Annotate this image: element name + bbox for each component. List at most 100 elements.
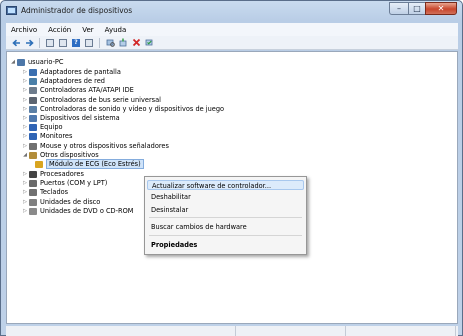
- tree-item-label: Controladoras de sonido y vídeo y dispos…: [40, 105, 225, 113]
- tree-item-label: Controladoras ATA/ATAPI IDE: [40, 86, 134, 94]
- toolbar-separator: [39, 37, 40, 48]
- tree-item-label: Dispositivos del sistema: [40, 114, 120, 122]
- expand-arrow-icon[interactable]: ▷: [21, 78, 29, 84]
- collapse-arrow-icon[interactable]: ◢: [21, 152, 29, 158]
- menu-disable[interactable]: Deshabilitar: [151, 192, 191, 202]
- expand-arrow-icon[interactable]: ▷: [21, 171, 29, 177]
- menu-uninstall[interactable]: Desinstalar: [151, 205, 188, 215]
- computer-root-icon: [17, 58, 25, 66]
- sound-icon: [29, 105, 37, 113]
- tree-item[interactable]: ▷ Equipo: [21, 123, 63, 131]
- tree-item[interactable]: ▷ Procesadores: [21, 170, 84, 178]
- network-adapter-icon: [29, 77, 37, 85]
- menu-accion[interactable]: Acción: [48, 26, 71, 34]
- minimize-button[interactable]: –: [389, 2, 408, 15]
- toolbar: ?: [6, 36, 458, 50]
- expand-arrow-icon[interactable]: ▷: [21, 208, 29, 214]
- back-icon[interactable]: [11, 38, 21, 48]
- port-icon: [29, 179, 37, 187]
- scan-icon[interactable]: [105, 38, 115, 48]
- tree-item-label: Unidades de disco: [40, 198, 101, 206]
- tree-item[interactable]: ▷ Controladoras ATA/ATAPI IDE: [21, 86, 134, 94]
- tree-item[interactable]: ▷ Mouse y otros dispositivos señaladores: [21, 142, 169, 150]
- menu-ayuda[interactable]: Ayuda: [105, 26, 127, 34]
- disk-drive-icon: [29, 198, 37, 206]
- device-manager-window: Administrador de dispositivos – □ ✕ Arch…: [0, 0, 463, 336]
- tree-item[interactable]: ▷ Controladoras de bus serie universal: [21, 96, 161, 104]
- tree-item[interactable]: ▷ Puertos (COM y LPT): [21, 179, 107, 187]
- device-manager-icon: [6, 6, 17, 15]
- tree-item-label: Monitores: [40, 132, 73, 140]
- expand-arrow-icon[interactable]: ▷: [21, 69, 29, 75]
- tree-item[interactable]: ▷ Adaptadores de red: [21, 77, 105, 85]
- expand-arrow-icon[interactable]: ▷: [21, 124, 29, 130]
- tree-item[interactable]: ▷ Monitores: [21, 132, 72, 140]
- tree-item-selected[interactable]: Módulo de ECG (Eco Estrés): [35, 159, 144, 169]
- tree-item-label: Teclados: [40, 188, 69, 196]
- maximize-button[interactable]: □: [408, 2, 425, 15]
- enable-icon[interactable]: [144, 38, 154, 48]
- expand-arrow-icon[interactable]: ▷: [21, 97, 29, 103]
- tree-item[interactable]: ▷ Dispositivos del sistema: [21, 114, 120, 122]
- tree-root-label: usuario-PC: [28, 58, 64, 66]
- expand-arrow-icon[interactable]: ▷: [21, 87, 29, 93]
- status-bar: [6, 326, 458, 336]
- warning-device-icon: [35, 160, 43, 168]
- processor-icon: [29, 170, 37, 178]
- close-button[interactable]: ✕: [425, 2, 457, 15]
- tree-item[interactable]: ◢ Otros dispositivos: [21, 151, 99, 159]
- menu-separator: [149, 235, 302, 236]
- monitor-icon: [29, 132, 37, 140]
- menu-properties[interactable]: Propiedades: [151, 240, 197, 250]
- other-devices-icon: [29, 151, 37, 159]
- expand-arrow-icon[interactable]: ▷: [21, 199, 29, 205]
- status-segment: [6, 326, 236, 336]
- computer-icon: [29, 123, 37, 131]
- tree-item[interactable]: ▷ Unidades de DVD o CD-ROM: [21, 207, 133, 215]
- tree-item[interactable]: ▷ Controladoras de sonido y vídeo y disp…: [21, 105, 224, 113]
- mouse-icon: [29, 142, 37, 150]
- collapse-arrow-icon[interactable]: ◢: [9, 59, 17, 65]
- keyboard-icon: [29, 188, 37, 196]
- expand-arrow-icon[interactable]: ▷: [21, 106, 29, 112]
- expand-arrow-icon[interactable]: ▷: [21, 143, 29, 149]
- usb-controller-icon: [29, 96, 37, 104]
- forward-icon[interactable]: [24, 38, 34, 48]
- menu-update-driver[interactable]: Actualizar software de controlador...: [147, 180, 304, 190]
- tree-item[interactable]: ▷ Teclados: [21, 188, 68, 196]
- properties-icon[interactable]: [45, 38, 55, 48]
- expand-arrow-icon[interactable]: ▷: [21, 115, 29, 121]
- title-bar[interactable]: Administrador de dispositivos – □ ✕: [1, 1, 462, 21]
- expand-arrow-icon[interactable]: ▷: [21, 133, 29, 139]
- tree-item-label: Procesadores: [40, 170, 84, 178]
- tree-root[interactable]: ◢ usuario-PC: [9, 58, 64, 66]
- help-icon[interactable]: ?: [71, 38, 81, 48]
- expand-arrow-icon[interactable]: ▷: [21, 189, 29, 195]
- menu-scan-hardware[interactable]: Buscar cambios de hardware: [151, 222, 247, 232]
- tree-item-label: Unidades de DVD o CD-ROM: [40, 207, 134, 215]
- tree-item-label: Equipo: [40, 123, 63, 131]
- tree-item-label: Puertos (COM y LPT): [40, 179, 108, 187]
- menu-separator: [149, 217, 302, 218]
- window-title: Administrador de dispositivos: [21, 6, 133, 15]
- expand-arrow-icon[interactable]: ▷: [21, 180, 29, 186]
- status-segment: [346, 326, 456, 336]
- menu-ver[interactable]: Ver: [82, 26, 93, 34]
- tree-item-label: Adaptadores de pantalla: [40, 68, 121, 76]
- tree-item-label: Mouse y otros dispositivos señaladores: [40, 142, 169, 150]
- uninstall-icon[interactable]: [131, 38, 141, 48]
- list-icon[interactable]: [84, 38, 94, 48]
- ide-controller-icon: [29, 86, 37, 94]
- tree-item-label: Adaptadores de red: [40, 77, 105, 85]
- tree-item[interactable]: ▷ Unidades de disco: [21, 198, 100, 206]
- dvd-drive-icon: [29, 207, 37, 215]
- menu-archivo[interactable]: Archivo: [11, 26, 37, 34]
- update-driver-icon[interactable]: [118, 38, 128, 48]
- system-devices-icon: [29, 114, 37, 122]
- menu-bar: Archivo Acción Ver Ayuda: [6, 23, 458, 36]
- view-icon[interactable]: [58, 38, 68, 48]
- toolbar-separator: [99, 37, 100, 48]
- display-adapter-icon: [29, 68, 37, 76]
- tree-item-label: Módulo de ECG (Eco Estrés): [46, 159, 144, 169]
- tree-item[interactable]: ▷ Adaptadores de pantalla: [21, 68, 121, 76]
